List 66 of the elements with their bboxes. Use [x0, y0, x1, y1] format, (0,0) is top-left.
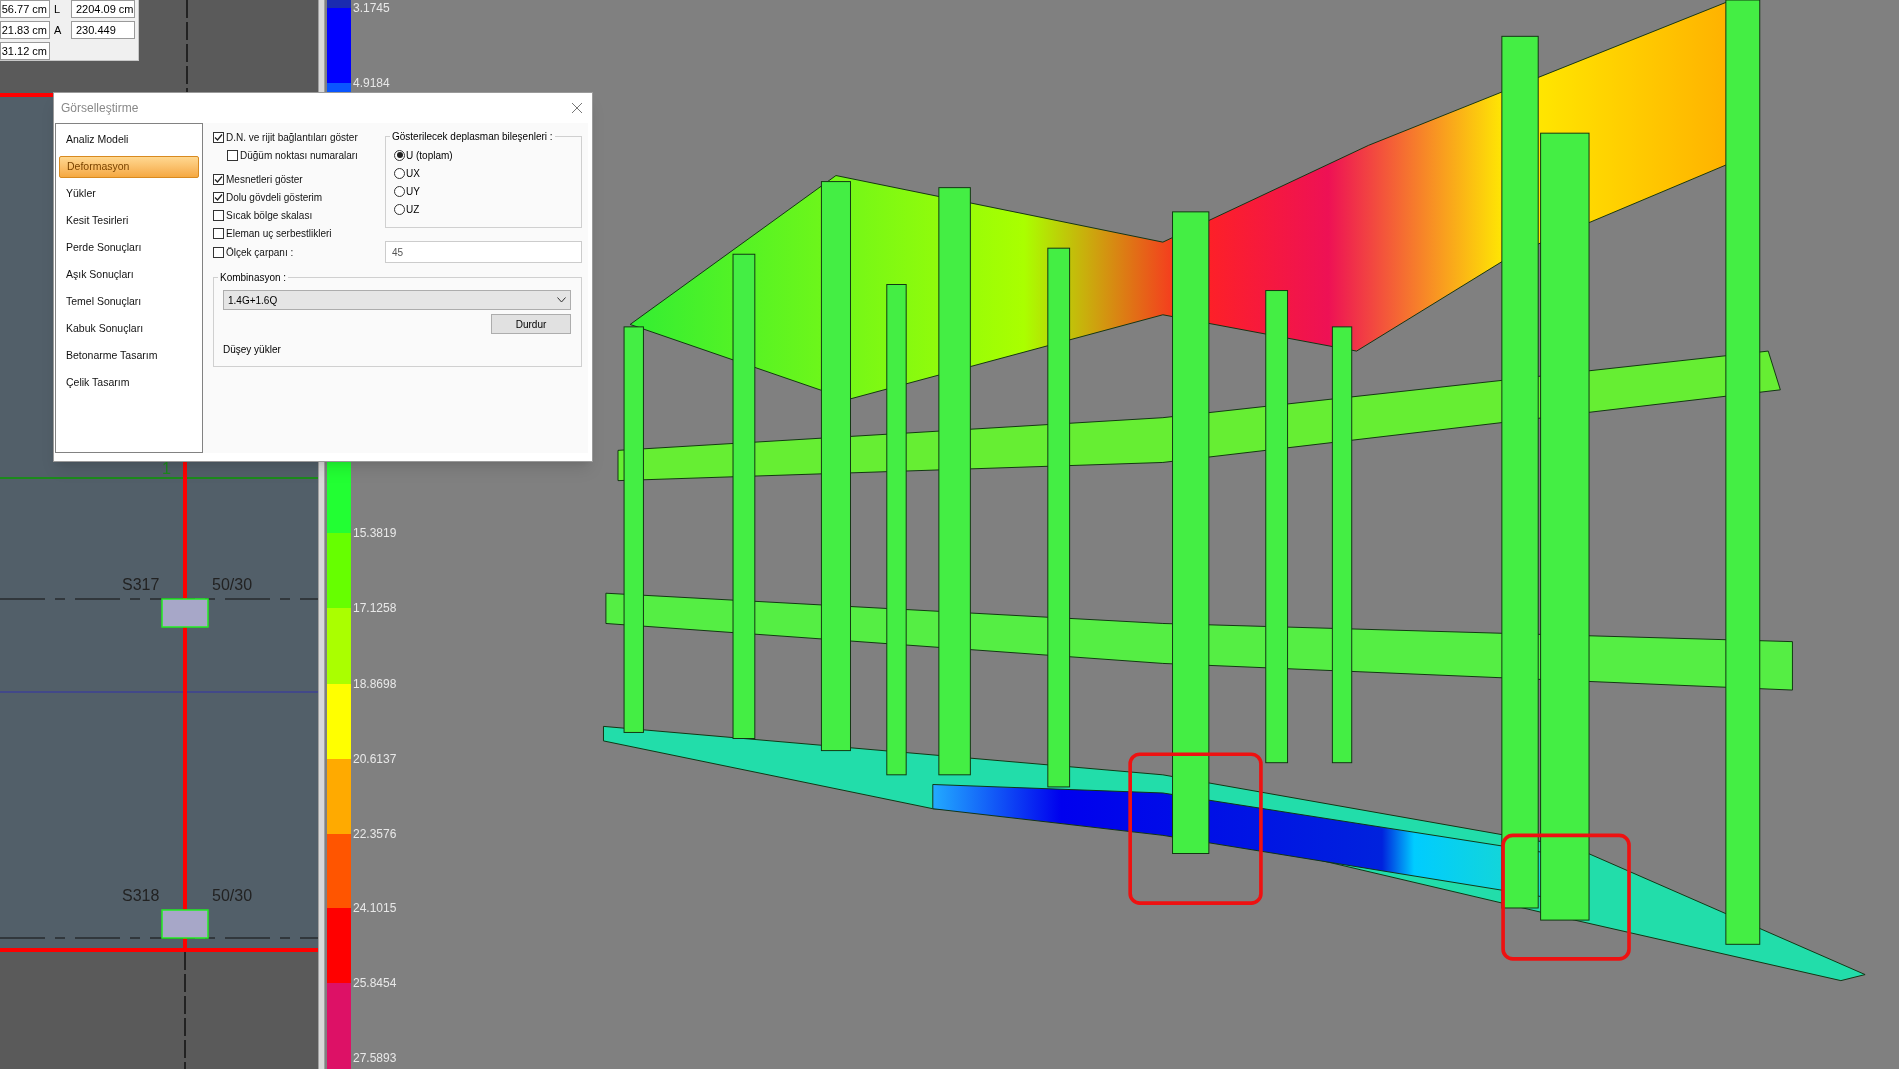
field-label: A	[53, 22, 63, 38]
column-size: 50/30	[212, 887, 253, 904]
legend-value: 18.8698	[353, 678, 397, 690]
legend-value: 20.6137	[353, 753, 397, 765]
checkbox-label: Düğüm noktası numaraları	[240, 148, 358, 163]
value-field[interactable]: 21.83 cm	[0, 21, 50, 39]
legend-value: 3.1745	[353, 2, 390, 14]
radio-label: UZ	[406, 202, 420, 217]
checkbox-label: Eleman uç serbestlikleri	[226, 226, 332, 241]
value-field[interactable]: 31.12 cm	[0, 42, 50, 60]
checkbox[interactable]	[213, 173, 224, 185]
column-label: S317	[122, 576, 160, 593]
radio-label: UY	[406, 184, 420, 199]
field-label: L	[53, 1, 62, 17]
combination-dropdown[interactable]: 1.4G+1.6Q	[223, 290, 571, 310]
legend-value: 25.8454	[353, 977, 397, 989]
legend-value: 4.9184	[353, 77, 390, 89]
checkbox[interactable]	[213, 191, 224, 203]
checkbox[interactable]	[227, 149, 238, 161]
radio-button[interactable]	[394, 149, 405, 161]
nav-item[interactable]: Temel Sonuçları	[59, 291, 199, 313]
group-title: Gösterilecek deplasman bileşenleri :	[390, 129, 555, 144]
value-field[interactable]: 2204.09 cm	[71, 0, 135, 18]
checkbox-label: D.N. ve rijit bağlantıları göster	[226, 130, 358, 145]
nav-item[interactable]: Çelik Tasarım	[59, 372, 199, 394]
column	[161, 598, 209, 628]
nav-item[interactable]: Betonarme Tasarım	[59, 345, 199, 367]
checkbox[interactable]	[213, 131, 224, 143]
legend-value: 24.1015	[353, 902, 397, 914]
column-label: S318	[122, 887, 160, 904]
checkbox-label: Dolu gövdeli gösterim	[226, 190, 323, 205]
value-field[interactable]: 56.77 cm	[0, 0, 50, 18]
nav-item[interactable]: Deformasyon	[59, 156, 199, 178]
value-field[interactable]: 230.449	[71, 21, 135, 39]
legend-value: 15.3819	[353, 527, 397, 539]
legend-value: 27.5893	[353, 1052, 397, 1064]
nav-item[interactable]: Perde Sonuçları	[59, 237, 199, 259]
legend-value: 22.3576	[353, 828, 397, 840]
window-title: Görselleştirme	[61, 100, 139, 117]
checkbox-label: Ölçek çarpanı :	[226, 245, 294, 260]
nav-item[interactable]: Yükler	[59, 183, 199, 205]
column	[161, 909, 209, 939]
close-icon	[571, 102, 583, 114]
checkbox-label: Sıcak bölge skalası	[226, 208, 313, 223]
legend-value: 17.1258	[353, 602, 397, 614]
axis-label: 1	[162, 460, 171, 477]
checkbox[interactable]	[213, 246, 224, 258]
close-button[interactable]	[570, 101, 584, 115]
nav-item[interactable]: Analiz Modeli	[59, 129, 199, 151]
radio-button[interactable]	[394, 167, 405, 179]
column-size: 50/30	[212, 576, 253, 593]
group-title: Kombinasyon :	[218, 270, 289, 285]
note-text: Düşey yükler	[223, 343, 282, 357]
nav-item[interactable]: Kabuk Sonuçları	[59, 318, 199, 340]
radio-button[interactable]	[394, 203, 405, 215]
radio-label: U (toplam)	[406, 148, 453, 163]
scale-field[interactable]: 45	[385, 241, 582, 263]
radio-label: UX	[406, 166, 420, 181]
chevron-down-icon	[557, 297, 566, 303]
checkbox[interactable]	[213, 227, 224, 239]
radio-button[interactable]	[394, 185, 405, 197]
stop-button[interactable]: Durdur	[491, 314, 571, 334]
nav-item[interactable]: Aşık Sonuçları	[59, 264, 199, 286]
checkbox[interactable]	[213, 209, 224, 221]
nav-item[interactable]: Kesit Tesirleri	[59, 210, 199, 232]
checkbox-label: Mesnetleri göster	[226, 172, 303, 187]
